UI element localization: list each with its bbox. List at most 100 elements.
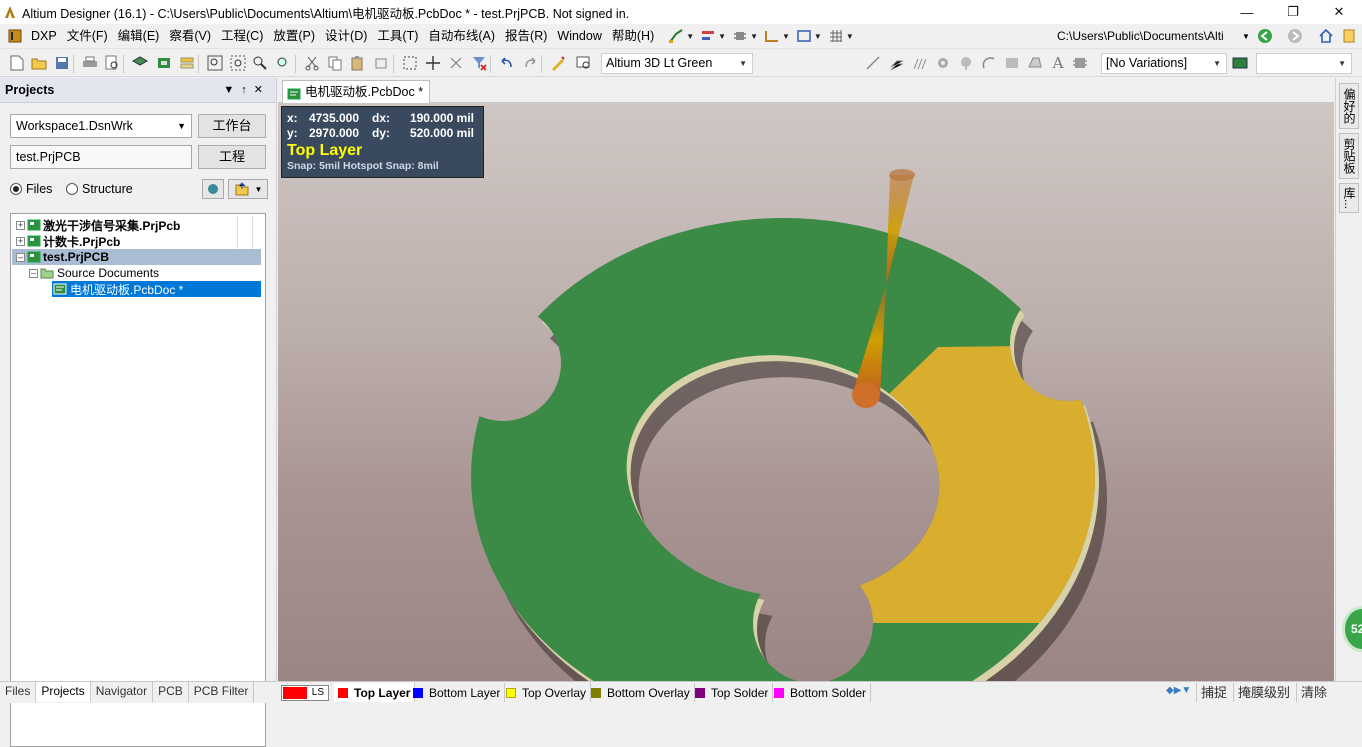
select-area-icon[interactable]: [401, 54, 419, 72]
tab-navigator[interactable]: Navigator: [91, 682, 154, 702]
menu-help[interactable]: 帮助(H): [607, 25, 659, 47]
fill-icon[interactable]: [1003, 54, 1021, 72]
zoom-component-icon[interactable]: [274, 54, 292, 72]
current-layer-color-swatch[interactable]: LS: [281, 685, 329, 701]
panel-controls[interactable]: ▼↑✕: [223, 83, 270, 96]
menu-reports[interactable]: 报告(R): [500, 25, 552, 47]
workspace-button[interactable]: 工作台: [198, 114, 266, 138]
tab-projects[interactable]: Projects: [36, 682, 91, 702]
text-string-icon[interactable]: A: [1049, 54, 1067, 72]
collapse-icon[interactable]: –: [29, 268, 38, 278]
back-icon[interactable]: [1256, 27, 1274, 45]
chevron-down-icon[interactable]: ▼: [782, 32, 790, 41]
tab-pcb-filter[interactable]: PCB Filter: [189, 682, 255, 702]
grid-icon[interactable]: [827, 27, 845, 45]
layer-tab-top-solder[interactable]: Top Solder: [691, 683, 774, 702]
variant-manager-icon[interactable]: [1231, 54, 1249, 72]
copy-icon[interactable]: [326, 54, 344, 72]
rubber-stamp-icon[interactable]: [372, 54, 390, 72]
tab-pcb[interactable]: PCB: [153, 682, 189, 702]
browse-component-icon[interactable]: [575, 54, 593, 72]
board-3d-icon[interactable]: [131, 54, 149, 72]
menu-tools[interactable]: 工具(T): [372, 25, 423, 47]
chevron-down-icon[interactable]: ▼: [846, 32, 854, 41]
close-button[interactable]: ✕: [1316, 0, 1362, 24]
menu-edit[interactable]: 编辑(E): [113, 25, 165, 47]
radio-files[interactable]: Files: [10, 182, 52, 196]
mask-level-button[interactable]: 掩膜级别: [1233, 683, 1294, 702]
diff-pair-route-icon[interactable]: [888, 54, 906, 72]
chevron-down-icon[interactable]: ▼: [1241, 27, 1251, 45]
expand-icon[interactable]: +: [16, 220, 25, 230]
project-options-icon[interactable]: [202, 179, 224, 199]
open-folder-icon[interactable]: [30, 54, 48, 72]
project-button[interactable]: 工程: [198, 145, 266, 169]
home-icon[interactable]: [1317, 27, 1335, 45]
snap-button[interactable]: 捕捉: [1196, 683, 1231, 702]
tree-item[interactable]: 电机驱动板.PcbDoc *: [52, 281, 261, 297]
component-library-icon[interactable]: [155, 54, 173, 72]
undo-icon[interactable]: [498, 54, 516, 72]
tab-favorites[interactable]: 偏好的: [1339, 83, 1359, 129]
menu-view[interactable]: 察看(V): [164, 25, 216, 47]
document-tab[interactable]: 电机驱动板.PcbDoc *: [282, 80, 431, 103]
tree-item[interactable]: + 计数卡.PrjPcb: [16, 233, 120, 249]
add-document-icon[interactable]: ▼: [228, 179, 268, 199]
chevron-down-icon[interactable]: ▼: [750, 32, 758, 41]
zoom-fit-icon[interactable]: [206, 54, 224, 72]
tab-clipboard[interactable]: 剪贴板: [1339, 133, 1359, 179]
menu-window[interactable]: Window: [552, 25, 606, 47]
component-icon[interactable]: [731, 27, 749, 45]
cut-icon[interactable]: [303, 54, 321, 72]
chevron-down-icon[interactable]: ▼: [686, 32, 694, 41]
layer-tab-top-layer[interactable]: Top Layer: [334, 683, 416, 702]
nav-path-box[interactable]: C:\Users\Public\Documents\Alti: [1053, 26, 1249, 47]
save-icon[interactable]: [53, 54, 71, 72]
layer-nav-icon[interactable]: ◆▶▼: [1166, 685, 1194, 700]
print-icon[interactable]: [81, 54, 99, 72]
new-file-icon[interactable]: [8, 54, 26, 72]
zoom-selected-icon[interactable]: [251, 54, 269, 72]
chevron-down-icon[interactable]: ▼: [814, 32, 822, 41]
layer-tab-bottom-solder[interactable]: Bottom Solder: [770, 683, 872, 702]
chevron-down-icon[interactable]: ▼: [718, 32, 726, 41]
tab-libraries[interactable]: 库...: [1339, 183, 1359, 213]
clear-filter-icon[interactable]: [470, 54, 488, 72]
clear-button[interactable]: 清除: [1296, 683, 1331, 702]
cross-probe-icon[interactable]: [549, 54, 567, 72]
menu-autoroute[interactable]: 自动布线(A): [423, 25, 500, 47]
view-config-select[interactable]: Altium 3D Lt Green ▼: [601, 53, 753, 74]
layer-tab-bottom-layer[interactable]: Bottom Layer: [409, 683, 506, 702]
measure-icon[interactable]: [763, 27, 781, 45]
tree-item[interactable]: – Source Documents: [29, 265, 159, 281]
paste-icon[interactable]: [349, 54, 367, 72]
layer-tab-top-overlay[interactable]: Top Overlay: [502, 683, 592, 702]
align-icon[interactable]: [699, 27, 717, 45]
tree-item[interactable]: – test.PrjPCB: [12, 249, 261, 265]
forward-icon[interactable]: [1286, 27, 1304, 45]
tab-files[interactable]: Files: [0, 682, 37, 702]
menu-design[interactable]: 设计(D): [320, 25, 372, 47]
route-tool-icon[interactable]: [667, 27, 685, 45]
pcb-3d-view[interactable]: x: 4735.000 dx: 190.000 mil y: 2970.000 …: [278, 103, 1334, 681]
deselect-icon[interactable]: [447, 54, 465, 72]
collapse-icon[interactable]: –: [16, 252, 25, 262]
workspace-select[interactable]: Workspace1.DsnWrk ▼: [10, 114, 192, 138]
project-field[interactable]: test.PrjPCB: [10, 145, 192, 169]
layers-icon[interactable]: [178, 54, 196, 72]
radio-structure[interactable]: Structure: [66, 182, 133, 196]
menu-place[interactable]: 放置(P): [268, 25, 320, 47]
room-icon[interactable]: [795, 27, 813, 45]
variations-select[interactable]: [No Variations] ▼: [1101, 53, 1227, 74]
redo-icon[interactable]: [521, 54, 539, 72]
minimize-button[interactable]: —: [1224, 0, 1270, 24]
interactive-route-icon[interactable]: [864, 54, 882, 72]
extra-select[interactable]: ▼: [1256, 53, 1352, 74]
restore-button[interactable]: ❐: [1270, 0, 1316, 24]
favorites-icon[interactable]: [1340, 27, 1358, 45]
menu-file[interactable]: 文件(F): [62, 25, 113, 47]
layer-tab-bottom-overlay[interactable]: Bottom Overlay: [587, 683, 695, 702]
menu-dxp[interactable]: DXP: [26, 25, 62, 47]
arc-icon[interactable]: [980, 54, 998, 72]
move-icon[interactable]: [424, 54, 442, 72]
